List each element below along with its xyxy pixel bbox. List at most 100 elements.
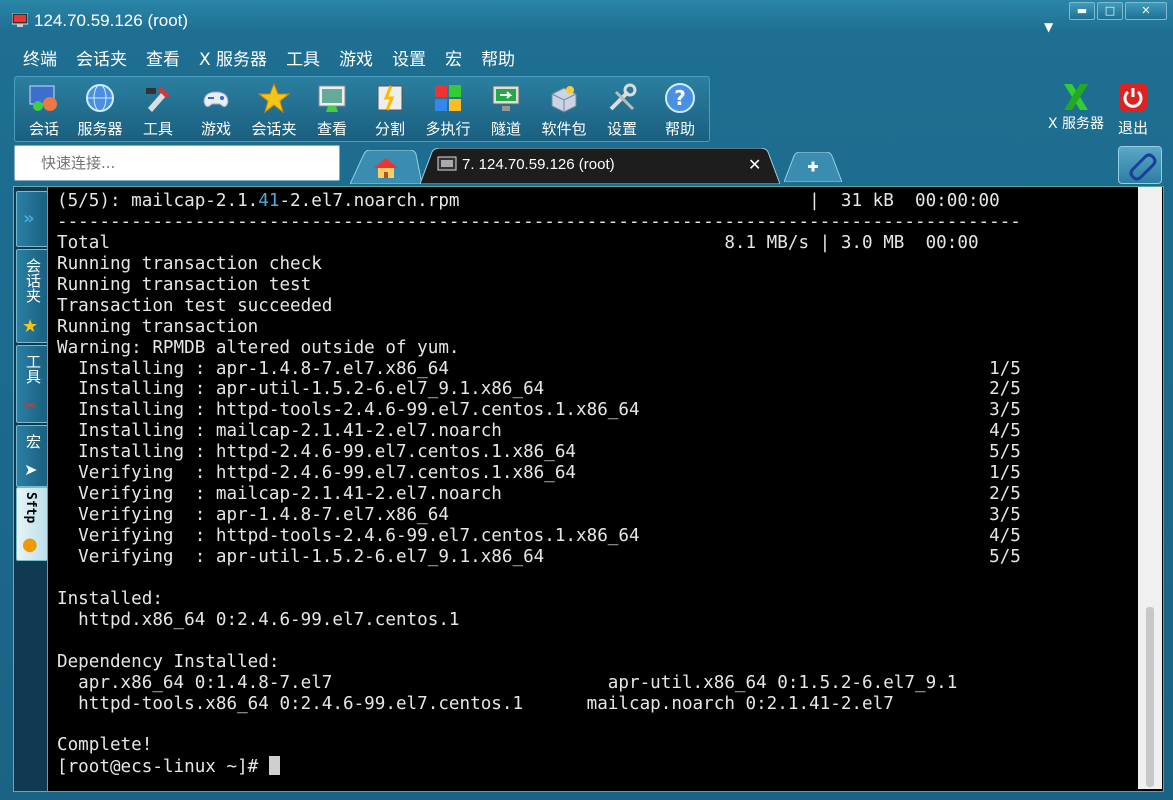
new-tab-button[interactable] bbox=[784, 152, 842, 182]
terminal-line: httpd-tools.x86_64 0:2.4.6-99.el7.centos… bbox=[57, 693, 894, 714]
sessions-folder-button[interactable]: 会话夹 bbox=[245, 79, 303, 139]
terminal-line: (5/5): mailcap-2.1.41-2.el7.noarch.rpm |… bbox=[57, 191, 1000, 211]
menu-xserver[interactable]: X 服务器 bbox=[190, 46, 277, 74]
terminal-line: Verifying : apr-util-1.5.2-6.el7_9.1.x86… bbox=[57, 546, 1021, 567]
sidebar-tab-macros[interactable]: 宏 ➤ bbox=[16, 425, 48, 487]
tools-button[interactable]: 工具 bbox=[129, 79, 187, 139]
terminal-line: Dependency Installed: bbox=[57, 651, 280, 672]
terminal-line: apr.x86_64 0:1.4.8-7.el7 apr-util.x86_64… bbox=[57, 672, 958, 693]
terminal-line: Installing : mailcap-2.1.41-2.el7.noarch… bbox=[57, 421, 1021, 442]
tools-icon bbox=[146, 86, 170, 112]
menu-bar: 终端 会话夹 查看 X 服务器 工具 游戏 设置 宏 帮助 bbox=[14, 46, 525, 74]
terminal-line: Verifying : httpd-2.4.6-99.el7.centos.1.… bbox=[57, 463, 1021, 484]
chevron-down-icon[interactable]: ▼ bbox=[1044, 20, 1053, 34]
exit-button[interactable]: 退出 bbox=[1104, 78, 1162, 138]
terminal-line: Running transaction test bbox=[57, 274, 312, 295]
terminal-view[interactable]: (5/5): mailcap-2.1.41-2.el7.noarch.rpm |… bbox=[47, 186, 1164, 792]
sftp-icon: ● bbox=[22, 534, 38, 555]
window-controls: ▬ □ ✕ bbox=[1069, 2, 1167, 20]
terminal-line: Installing : httpd-tools-2.4.6-99.el7.ce… bbox=[57, 400, 1021, 421]
terminal-line: Total 8.1 MB/s | 3.0 MB 00:00 bbox=[57, 232, 979, 253]
menu-sessions[interactable]: 会话夹 bbox=[67, 46, 137, 74]
terminal-line: Installing : httpd-2.4.6-99.el7.centos.1… bbox=[57, 442, 1021, 463]
games-icon bbox=[203, 91, 229, 108]
menu-games[interactable]: 游戏 bbox=[330, 46, 383, 74]
packages-icon bbox=[551, 86, 577, 113]
paperclip-icon bbox=[1129, 153, 1157, 181]
menu-tools[interactable]: 工具 bbox=[277, 46, 330, 74]
terminal-line: Verifying : httpd-tools-2.4.6-99.el7.cen… bbox=[57, 526, 1021, 546]
shell-prompt: [root@ecs-linux ~]# bbox=[57, 757, 269, 778]
terminal-scrollbar[interactable] bbox=[1138, 187, 1162, 789]
tab-close-icon[interactable]: ✕ bbox=[748, 155, 761, 174]
servers-button[interactable]: 服务器 bbox=[71, 79, 129, 139]
star-icon bbox=[258, 82, 290, 114]
session-icon bbox=[29, 85, 57, 111]
terminal-prompt-line[interactable]: [root@ecs-linux ~]# bbox=[57, 756, 1021, 777]
servers-icon bbox=[86, 84, 114, 112]
settings-icon bbox=[609, 83, 637, 111]
multiexec-button[interactable]: 多执行 bbox=[419, 79, 477, 139]
terminal-line: Running transaction check bbox=[57, 253, 322, 274]
menu-view[interactable]: 查看 bbox=[137, 46, 190, 74]
quick-connect-box bbox=[14, 145, 340, 181]
terminal-line: Running transaction bbox=[57, 316, 259, 337]
sidebar-toggle[interactable]: » bbox=[16, 191, 48, 247]
multiexec-icon bbox=[435, 85, 461, 111]
terminal-line: Verifying : mailcap-2.1.41-2.el7.noarch … bbox=[57, 484, 1021, 505]
tunnel-button[interactable]: 隧道 bbox=[477, 79, 535, 139]
quick-connect-input[interactable] bbox=[39, 147, 333, 179]
help-button[interactable]: ? 帮助 bbox=[651, 79, 709, 139]
menu-help[interactable]: 帮助 bbox=[472, 46, 525, 74]
menu-terminal[interactable]: 终端 bbox=[14, 46, 67, 74]
terminal-output: (5/5): mailcap-2.1.41-2.el7.noarch.rpm |… bbox=[57, 191, 1021, 777]
main-toolbar: 会话 服务器 工具 游戏 会话夹 查看 分割 多执行 隧道 软件包 设置 ? 帮… bbox=[14, 76, 710, 142]
double-chevron-right-icon: » bbox=[23, 208, 35, 229]
settings-button[interactable]: 设置 bbox=[593, 79, 651, 139]
terminal-line: Verifying : apr-1.4.8-7.el7.x86_64 3/5 bbox=[57, 505, 1021, 526]
svg-text:?: ? bbox=[674, 86, 686, 110]
games-button[interactable]: 游戏 bbox=[187, 79, 245, 139]
window-title: 124.70.59.126 (root) bbox=[34, 11, 189, 30]
view-button[interactable]: 查看 bbox=[303, 79, 361, 139]
xserver-icon bbox=[1064, 84, 1088, 110]
xserver-button[interactable]: X 服务器 bbox=[1044, 78, 1108, 138]
tab-terminal-icon bbox=[437, 156, 457, 171]
power-icon bbox=[1119, 83, 1147, 111]
star-icon: ★ bbox=[22, 316, 39, 337]
home-tab[interactable] bbox=[350, 150, 422, 184]
minimize-button[interactable]: ▬ bbox=[1069, 2, 1095, 20]
tunnel-icon bbox=[492, 85, 520, 111]
sidebar-tab-tools[interactable]: 工具 ✂ bbox=[16, 345, 48, 423]
help-icon: ? bbox=[665, 83, 695, 113]
terminal-line: Transaction test succeeded bbox=[57, 295, 333, 316]
scrollbar-thumb[interactable] bbox=[1146, 607, 1154, 787]
packages-button[interactable]: 软件包 bbox=[535, 79, 593, 139]
sidebar-tab-sftp[interactable]: Sftp ● bbox=[16, 487, 48, 561]
terminal-line: Complete! bbox=[57, 735, 153, 756]
terminal-line: httpd.x86_64 0:2.4.6-99.el7.centos.1 bbox=[57, 609, 460, 630]
split-button[interactable]: 分割 bbox=[361, 79, 419, 139]
terminal-line: Installed: bbox=[57, 588, 163, 609]
maximize-button[interactable]: □ bbox=[1097, 2, 1123, 20]
tools-icon: ✂ bbox=[24, 396, 38, 415]
menu-macros[interactable]: 宏 bbox=[436, 46, 472, 74]
split-icon bbox=[377, 85, 403, 111]
attach-button[interactable] bbox=[1118, 146, 1162, 184]
side-panel: » 会话夹 ★ 工具 ✂ 宏 ➤ Sftp ● bbox=[13, 186, 49, 792]
menu-settings[interactable]: 设置 bbox=[383, 46, 436, 74]
tab-title: 7. 124.70.59.126 (root) bbox=[462, 156, 615, 173]
session-button[interactable]: 会话 bbox=[15, 79, 73, 139]
title-bar[interactable]: 124.70.59.126 (root) ▼ ▬ □ ✕ bbox=[0, 0, 1173, 44]
terminal-line: Installing : apr-1.4.8-7.el7.x86_64 1/5 bbox=[57, 358, 1021, 379]
terminal-line: ----------------------------------------… bbox=[57, 211, 1021, 232]
terminal-app-icon bbox=[12, 13, 28, 27]
sidebar-tab-sessions[interactable]: 会话夹 ★ bbox=[16, 249, 48, 343]
send-icon: ➤ bbox=[24, 460, 38, 479]
terminal-line: Installing : apr-util-1.5.2-6.el7_9.1.x8… bbox=[57, 379, 1021, 400]
text-cursor bbox=[268, 756, 280, 776]
close-button[interactable]: ✕ bbox=[1125, 2, 1167, 20]
